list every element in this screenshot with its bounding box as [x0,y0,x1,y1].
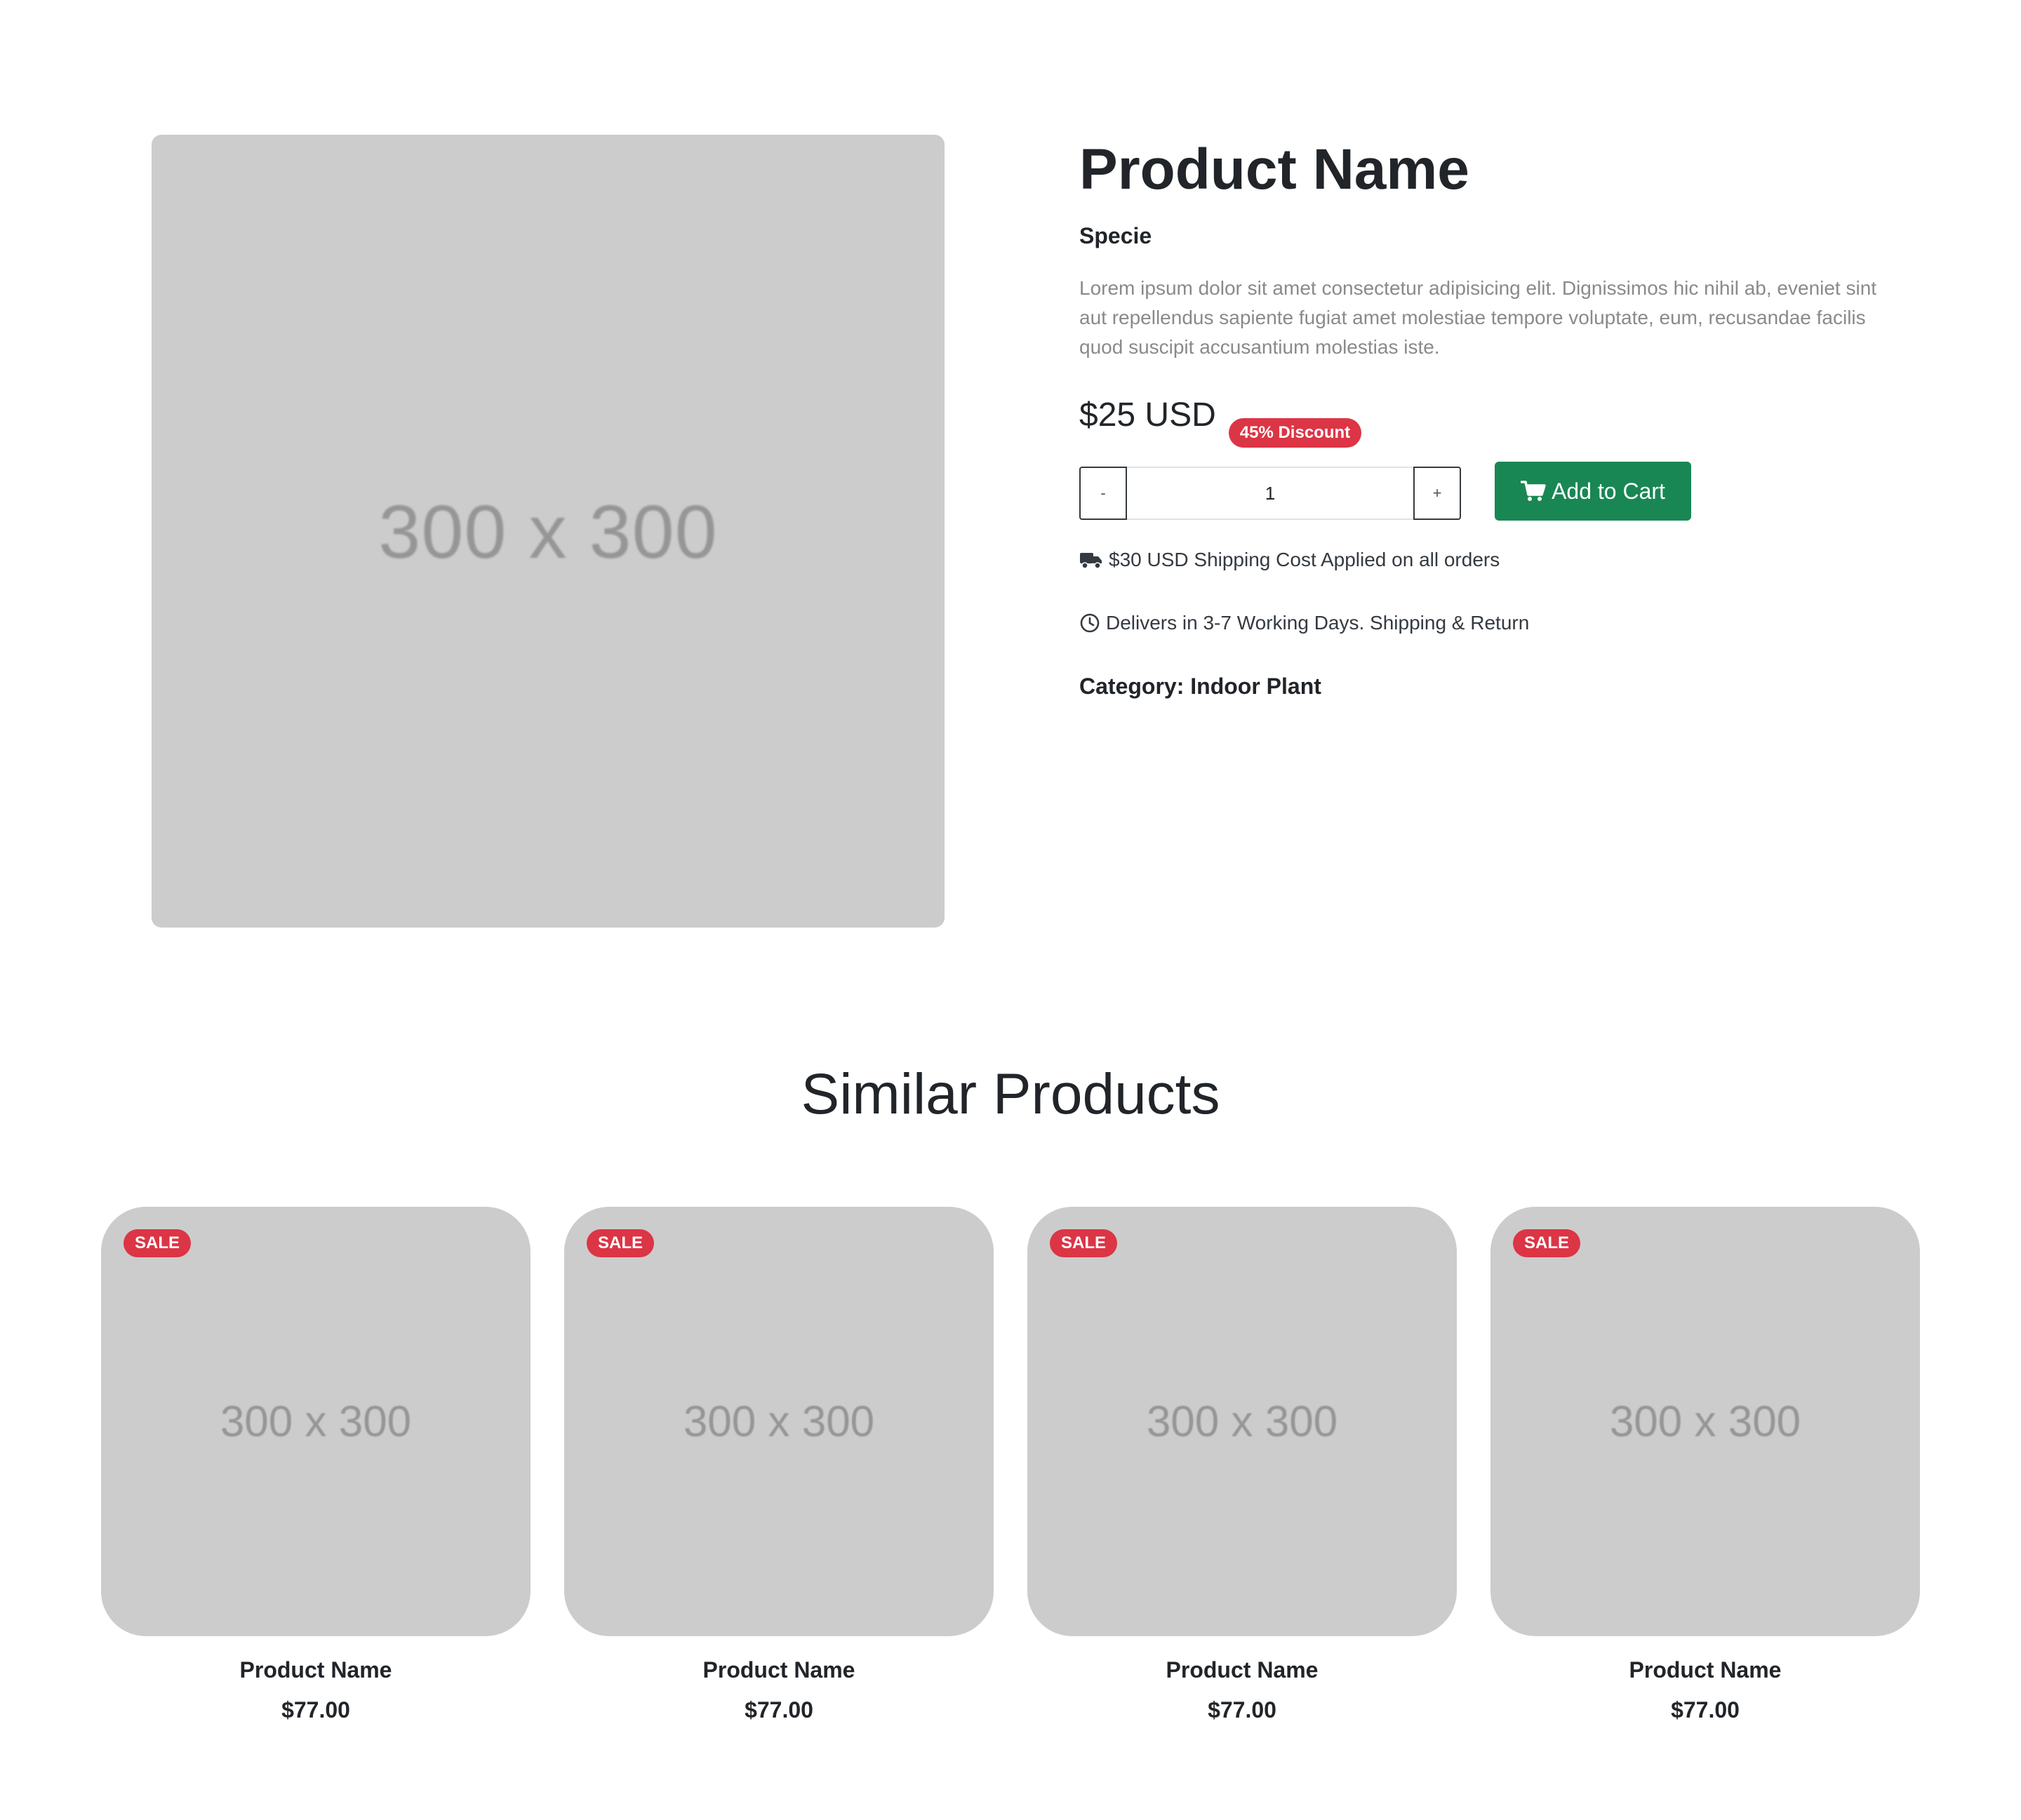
product-image-placeholder-text: 300 x 300 [378,488,718,574]
add-to-cart-button[interactable]: Add to Cart [1495,462,1691,521]
quantity-stepper: - + [1079,467,1461,520]
price-row: $25 USD 45% Discount [1079,394,1362,448]
shopping-cart-icon [1521,481,1546,501]
product-title: Product Name [1079,138,1469,201]
sale-badge: SALE [1513,1229,1581,1257]
product-card-price: $77.00 [1208,1697,1276,1722]
sale-badge: SALE [124,1229,192,1257]
product-card-price: $77.00 [745,1697,813,1722]
discount-badge: 45% Discount [1228,418,1362,448]
product-card-image[interactable]: SALE 300 x 300 [1027,1207,1457,1636]
quantity-input[interactable] [1127,467,1413,520]
product-card-price: $77.00 [1671,1697,1740,1722]
delivery-info: Delivers in 3-7 Working Days. Shipping &… [1079,612,1529,634]
product-price: $25 USD [1079,396,1216,434]
product-card-name[interactable]: Product Name [101,1657,531,1683]
product-card-placeholder-text: 300 x 300 [220,1397,412,1446]
product-card[interactable]: SALE 300 x 300 Product Name $77.00 [1027,1207,1457,1723]
product-card-price: $77.00 [281,1697,350,1722]
quantity-decrease-button[interactable]: - [1079,467,1127,520]
product-card-placeholder-text: 300 x 300 [1609,1397,1801,1446]
product-card[interactable]: SALE 300 x 300 Product Name $77.00 [564,1207,994,1723]
product-card-image[interactable]: SALE 300 x 300 [564,1207,994,1636]
add-to-cart-label: Add to Cart [1552,478,1665,504]
product-card[interactable]: SALE 300 x 300 Product Name $77.00 [1490,1207,1920,1723]
product-image: 300 x 300 [152,135,945,928]
product-card-name[interactable]: Product Name [1027,1657,1457,1683]
product-category: Category: Indoor Plant [1079,674,1321,699]
sale-badge: SALE [1050,1229,1118,1257]
product-card-image[interactable]: SALE 300 x 300 [101,1207,531,1636]
sale-badge: SALE [587,1229,655,1257]
product-card-placeholder-text: 300 x 300 [1146,1397,1338,1446]
clock-icon [1080,613,1100,633]
product-specie: Specie [1079,223,1152,248]
product-card-placeholder-text: 300 x 300 [683,1397,875,1446]
truck-icon [1080,553,1102,569]
product-card[interactable]: SALE 300 x 300 Product Name $77.00 [101,1207,531,1723]
delivery-text: Delivers in 3-7 Working Days. Shipping &… [1106,612,1530,634]
similar-products-title: Similar Products [801,1062,1220,1126]
quantity-increase-button[interactable]: + [1413,467,1461,520]
similar-products-list: SALE 300 x 300 Product Name $77.00 SALE … [101,1207,1920,1723]
product-description: Lorem ipsum dolor sit amet consectetur a… [1079,277,1877,358]
product-card-name[interactable]: Product Name [1490,1657,1920,1683]
shipping-text: $30 USD Shipping Cost Applied on all ord… [1109,549,1500,570]
product-card-image[interactable]: SALE 300 x 300 [1490,1207,1920,1636]
product-card-name[interactable]: Product Name [564,1657,994,1683]
shipping-info: $30 USD Shipping Cost Applied on all ord… [1079,549,1500,571]
quantity-row: - + Add to Cart [1079,462,1691,521]
